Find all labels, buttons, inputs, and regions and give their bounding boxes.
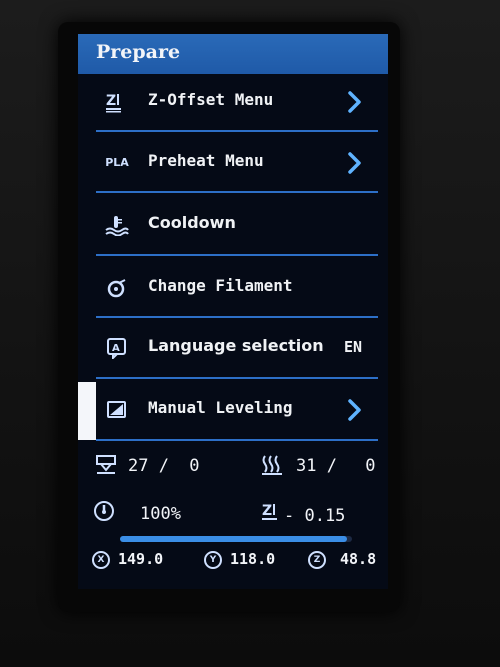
hotend-icon [94,454,118,480]
menu-item-label: Manual Leveling [148,398,293,417]
chevron-right-icon [348,152,361,174]
progress-fill [120,536,348,542]
zoffset-value: - 0.15 [284,506,346,526]
hotend-temp: 27 / 0 [128,456,200,476]
svg-text:Z: Z [106,93,116,109]
z-axis-icon: Z [308,551,326,569]
zoffset-icon: Z [104,91,130,113]
menu-divider [96,439,378,441]
menu-divider [96,377,378,379]
bed-heat-icon [260,454,284,480]
menu-item-cooldown[interactable]: Cooldown [78,195,388,255]
leveling-icon [104,399,130,421]
y-position: 118.0 [230,550,276,568]
lcd-screen: Prepare Z Z-Offset Menu PLA Preheat Menu [78,34,388,589]
menu-item-change-filament[interactable]: Change Filament [78,258,388,318]
bed-temp: 31 / 0 [296,456,376,476]
menu-item-label: Z-Offset Menu [148,90,274,109]
menu-divider [96,254,378,256]
x-axis-icon: X [92,551,110,569]
svg-text:Z: Z [262,503,272,519]
menu-item-preheat[interactable]: PLA Preheat Menu [78,133,388,193]
menu-item-label: Change Filament [148,276,293,295]
chevron-right-icon [348,91,361,113]
y-axis-icon: Y [204,551,222,569]
svg-text:A: A [112,343,120,354]
speed-icon [92,499,116,527]
feedrate-percent: 100% [140,504,181,524]
z-position: 48.8 [340,550,377,568]
progress-bar [120,536,352,542]
menu-item-manual-leveling[interactable]: Manual Leveling [78,380,388,440]
menu-item-label: Cooldown [148,213,236,232]
title-bar: Prepare [78,34,388,74]
language-value: EN [343,338,362,356]
menu-divider [96,130,378,132]
page-title: Prepare [96,41,181,63]
menu-item-label: Preheat Menu [148,151,264,170]
language-icon: A [104,337,130,361]
menu-item-z-offset[interactable]: Z Z-Offset Menu [78,72,388,132]
chevron-right-icon [348,399,361,421]
cooldown-icon [104,214,130,237]
menu-item-label: Language selection [148,336,324,355]
menu-item-language[interactable]: A Language selection EN [78,318,388,378]
pla-icon: PLA [105,156,129,169]
zoffset-status-icon: Z [260,501,284,527]
filament-icon [104,277,130,299]
x-position: 149.0 [118,550,164,568]
menu-divider [96,191,378,193]
